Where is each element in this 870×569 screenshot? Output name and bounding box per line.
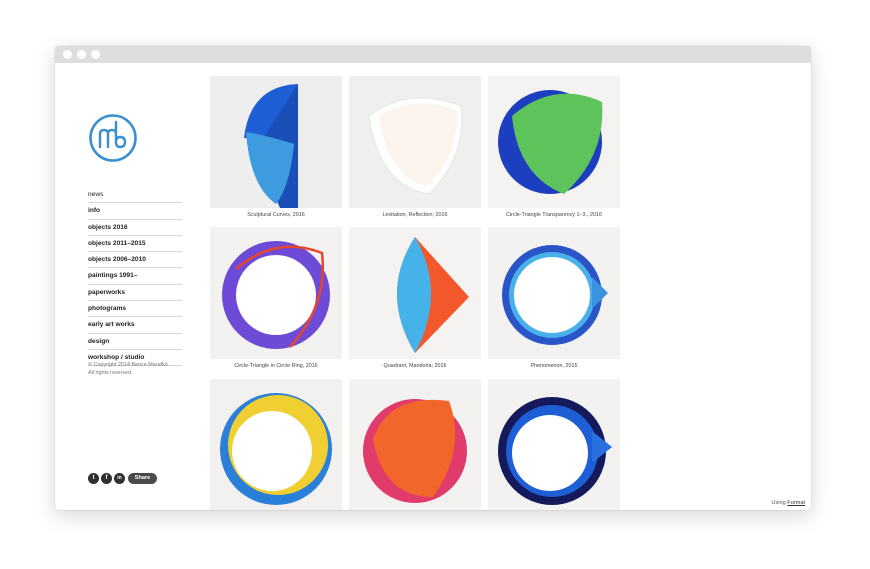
nav-item-objects-2006-2010[interactable]: objects 2006–2010 [88,252,182,269]
facebook-icon[interactable]: f [101,473,112,484]
gallery-item[interactable] [349,379,481,510]
window-maximize-dot[interactable] [91,50,100,59]
rights-line: All rights reserved. [88,370,133,376]
nav-item-objects-2011-2015[interactable]: objects 2011–2015 [88,236,182,253]
sidebar-nav: news info objects 2016 objects 2011–2015… [88,187,182,367]
artwork-image[interactable] [488,379,620,510]
artwork-caption: Circle-Triangle Transparency 1–3., 2016 [506,212,602,218]
browser-window: news info objects 2016 objects 2011–2015… [55,46,811,510]
gallery-item[interactable] [210,379,342,510]
format-link[interactable]: Format [787,500,805,506]
nav-item-objects-2016[interactable]: objects 2016 [88,220,182,236]
page-content: news info objects 2016 objects 2011–2015… [55,63,811,510]
nav-item-paperworks[interactable]: paperworks [88,285,182,302]
gallery-item[interactable]: Circle-Triangle in Circle Ring, 2016 [210,227,342,369]
artwork-image[interactable] [210,227,342,359]
artwork-image[interactable] [488,76,620,208]
copyright-notice: © Copyright 2014 Bence Marafkó. All righ… [88,361,188,377]
gallery-item[interactable]: Phenomenon, 2015 [488,227,620,369]
nav-item-news[interactable]: news [88,187,182,204]
window-minimize-dot[interactable] [77,50,86,59]
window-close-dot[interactable] [63,50,72,59]
artwork-caption: Sculptural Curves, 2016 [247,212,305,218]
linkedin-icon[interactable]: in [114,473,125,484]
artwork-image[interactable] [349,379,481,510]
nav-item-early-art-works[interactable]: early art works [88,317,182,334]
nav-item-info[interactable]: info [88,203,182,220]
artwork-caption: Phenomenon, 2015 [530,363,578,369]
using-label: Using [771,500,786,506]
gallery-grid: Sculptural Curves, 2016 Levitation, Refl… [210,76,630,510]
gallery-item[interactable]: Levitation, Reflection; 2016 [349,76,481,218]
artwork-caption: Levitation, Reflection; 2016 [382,212,448,218]
artwork-image[interactable] [349,227,481,359]
site-logo[interactable] [88,113,138,163]
artwork-image[interactable] [488,227,620,359]
window-titlebar [55,46,811,63]
gallery-item[interactable]: Circle-Triangle Transparency 1–3., 2016 [488,76,620,218]
nav-item-paintings[interactable]: paintings 1991– [88,268,182,285]
gallery-item[interactable]: Sculptural Curves, 2016 [210,76,342,218]
artwork-image[interactable] [210,379,342,510]
artwork-image[interactable] [349,76,481,208]
footer-credit: Using Format [771,500,805,506]
gallery-item[interactable]: Quadrant, Mandorla; 2016 [349,227,481,369]
artwork-caption: Circle-Triangle in Circle Ring, 2016 [234,363,318,369]
share-button[interactable]: Share [128,473,157,484]
nav-item-photograms[interactable]: photograms [88,301,182,318]
copyright-line: © Copyright 2014 Bence Marafkó. [88,362,170,368]
artwork-image[interactable] [210,76,342,208]
twitter-icon[interactable]: t [88,473,99,484]
nav-item-design[interactable]: design [88,334,182,350]
gallery-item[interactable] [488,379,620,510]
artwork-caption: Quadrant, Mandorla; 2016 [383,363,447,369]
